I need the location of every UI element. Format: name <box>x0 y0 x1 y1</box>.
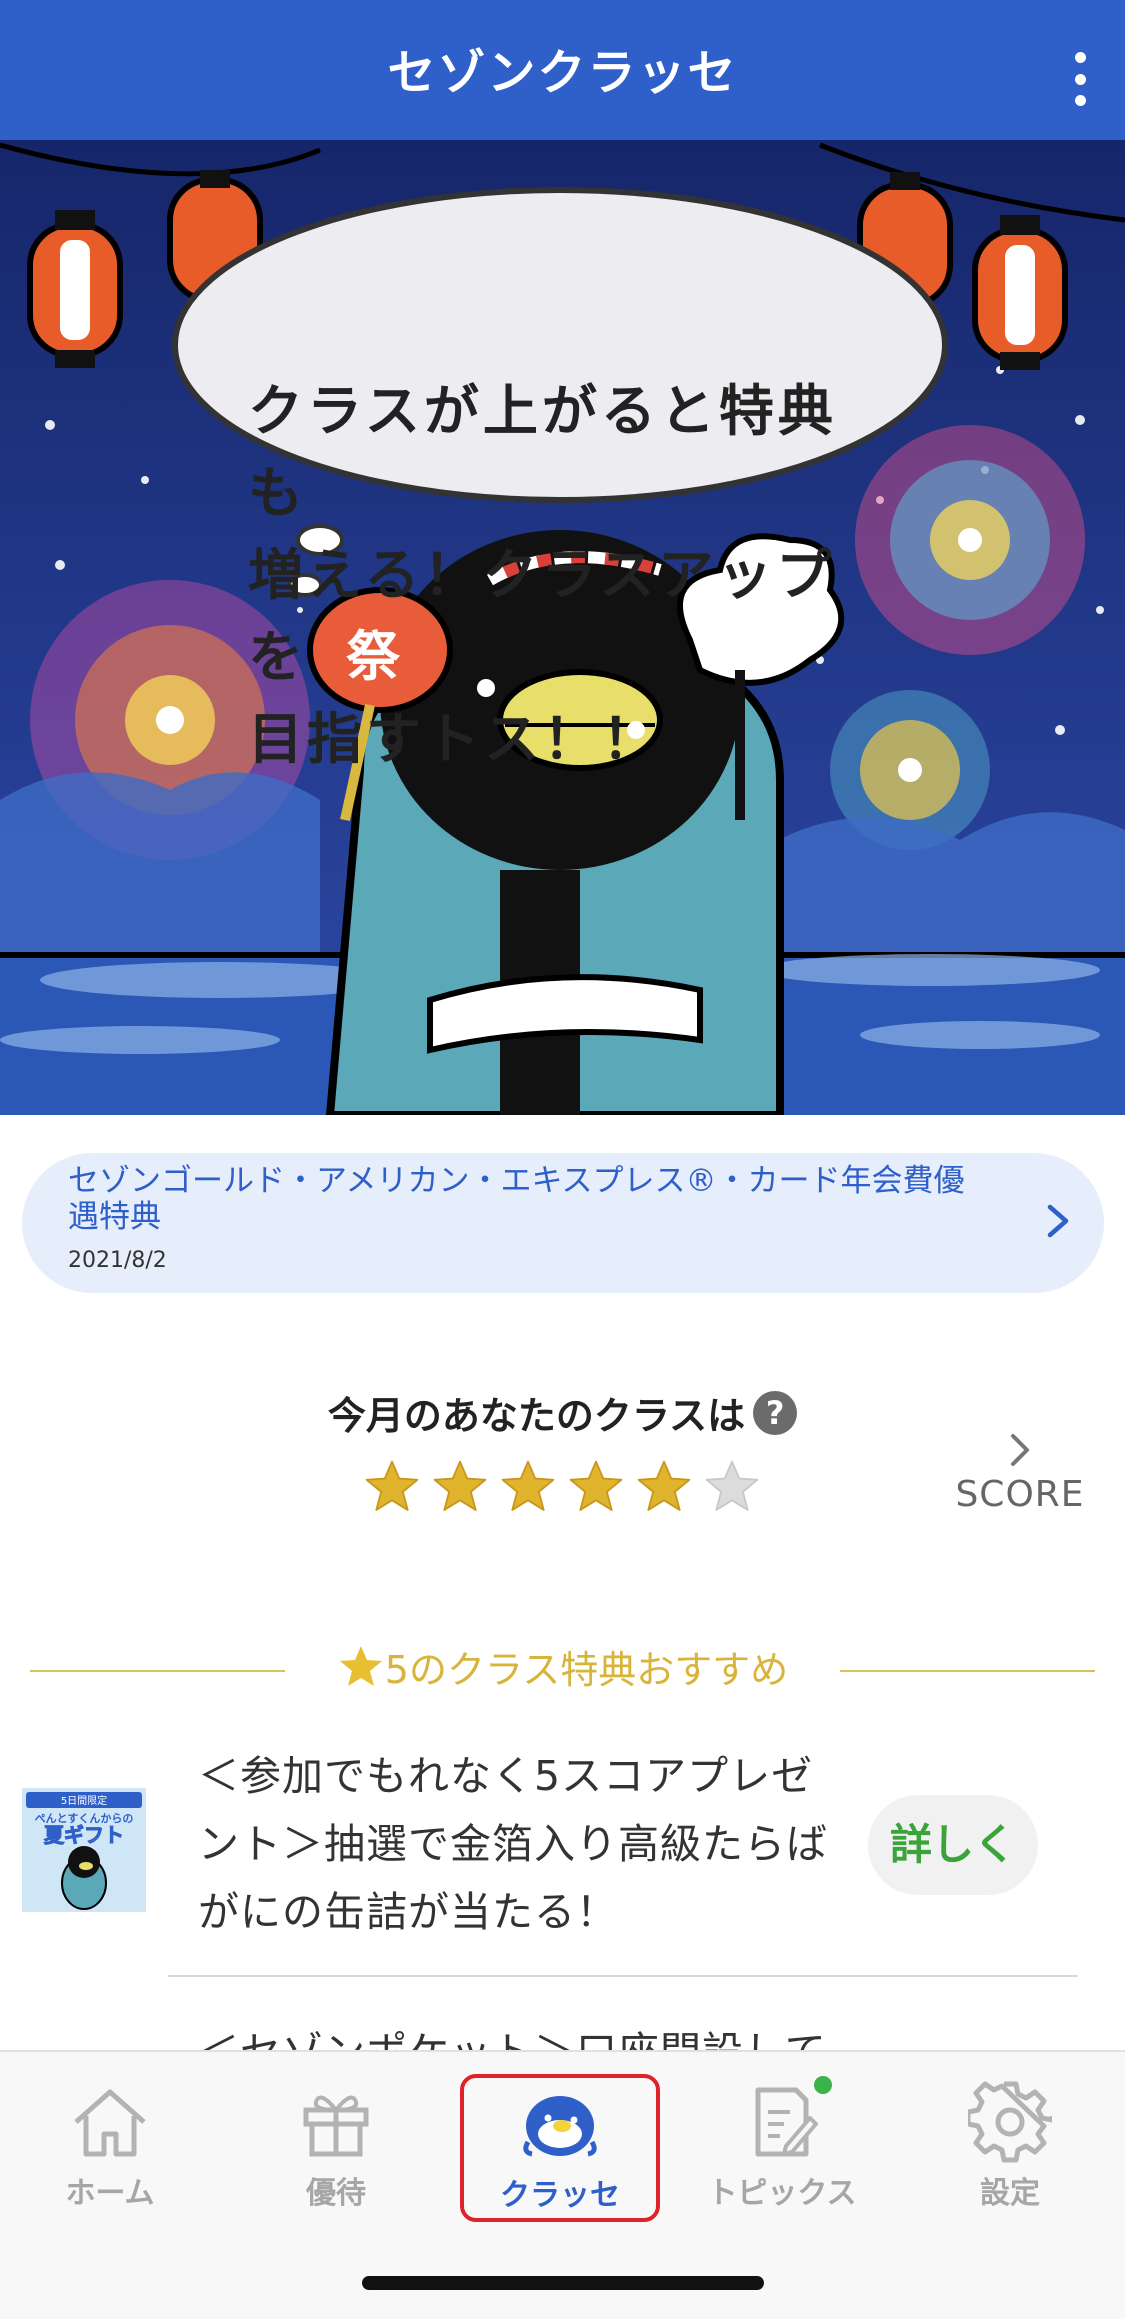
svg-text:5日間限定: 5日間限定 <box>61 1794 107 1807</box>
star-empty-icon <box>705 1460 759 1511</box>
tab-label: クラッセ <box>500 2178 620 2213</box>
chevron-right-icon <box>1047 1204 1069 1238</box>
star-filled-icon <box>569 1460 623 1511</box>
tab-label: 優待 <box>306 2176 366 2211</box>
help-icon[interactable]: ? <box>753 1390 798 1435</box>
item-thumbnail: 5日間限定 ぺんとすくんからの 夏ギフト <box>22 1788 146 1912</box>
item-text: ＜参加でもれなく5スコアプレゼント＞抽選で金箔入り高級たらばがにの缶詰が当たる！ <box>198 1752 828 1936</box>
svg-text:夏ギフト: 夏ギフト <box>44 1823 124 1847</box>
news-date: 2021/8/2 <box>68 1248 167 1273</box>
penguin-icon <box>523 2096 597 2157</box>
star-icon <box>339 1646 382 1686</box>
tab-label: トピックス <box>707 2176 857 2211</box>
class-label: 今月のあなたのクラスは <box>327 1394 746 1438</box>
details-button[interactable]: 詳しく <box>868 1795 1038 1895</box>
hero-banner[interactable]: 祭 クラスが上がると特典も 増える！クラスアップを 目指すトス！！ <box>0 140 1125 1115</box>
recommend-heading: 5のクラス特典おすすめ <box>384 1648 789 1692</box>
page-title: セゾンクラッセ <box>387 45 738 101</box>
star-filled-icon <box>433 1460 487 1511</box>
tab-label: 設定 <box>980 2176 1040 2211</box>
tab-label: ホーム <box>65 2176 155 2211</box>
news-banner[interactable]: セゾンゴールド・アメリカン・エキスプレス®・カード年会費優遇特典 2021/8/… <box>22 1153 1104 1293</box>
app-header: セゾンクラッセ <box>0 0 1125 140</box>
list-item[interactable]: 5日間限定 ぺんとすくんからの 夏ギフト ＜参加でもれなく5スコアプレゼント＞抽… <box>0 1730 1125 1960</box>
speech-bubble-text: クラスが上がると特典も 増える！クラスアップを 目指すトス！！ <box>248 379 837 771</box>
home-indicator <box>362 2276 764 2290</box>
tab-home[interactable]: ホーム <box>10 2070 210 2230</box>
score-label: SCORE <box>955 1474 1085 1515</box>
star-filled-icon <box>501 1460 555 1511</box>
home-icon <box>74 2089 146 2157</box>
tab-settings[interactable]: 設定 <box>910 2070 1110 2230</box>
tab-classe[interactable]: クラッセ <box>460 2074 660 2222</box>
tab-perks[interactable]: 優待 <box>236 2070 436 2230</box>
notification-badge <box>814 2076 832 2094</box>
score-link[interactable]: SCORE <box>945 1430 1095 1515</box>
more-menu-button[interactable] <box>1065 52 1095 106</box>
more-vertical-icon <box>1074 52 1086 63</box>
tab-topics[interactable]: トピックス <box>682 2070 882 2230</box>
gear-icon <box>968 2081 1052 2163</box>
news-title: セゾンゴールド・アメリカン・エキスプレス®・カード年会費優遇特典 <box>68 1163 965 1235</box>
topics-icon <box>755 2087 818 2157</box>
recommend-header: 5のクラス特典おすすめ <box>30 1640 1095 1700</box>
chevron-right-icon <box>1011 1434 1029 1466</box>
gift-icon <box>303 2095 369 2157</box>
divider <box>168 1975 1078 1977</box>
class-stars <box>363 1458 761 1516</box>
star-filled-icon <box>637 1460 691 1511</box>
star-filled-icon <box>365 1460 419 1511</box>
